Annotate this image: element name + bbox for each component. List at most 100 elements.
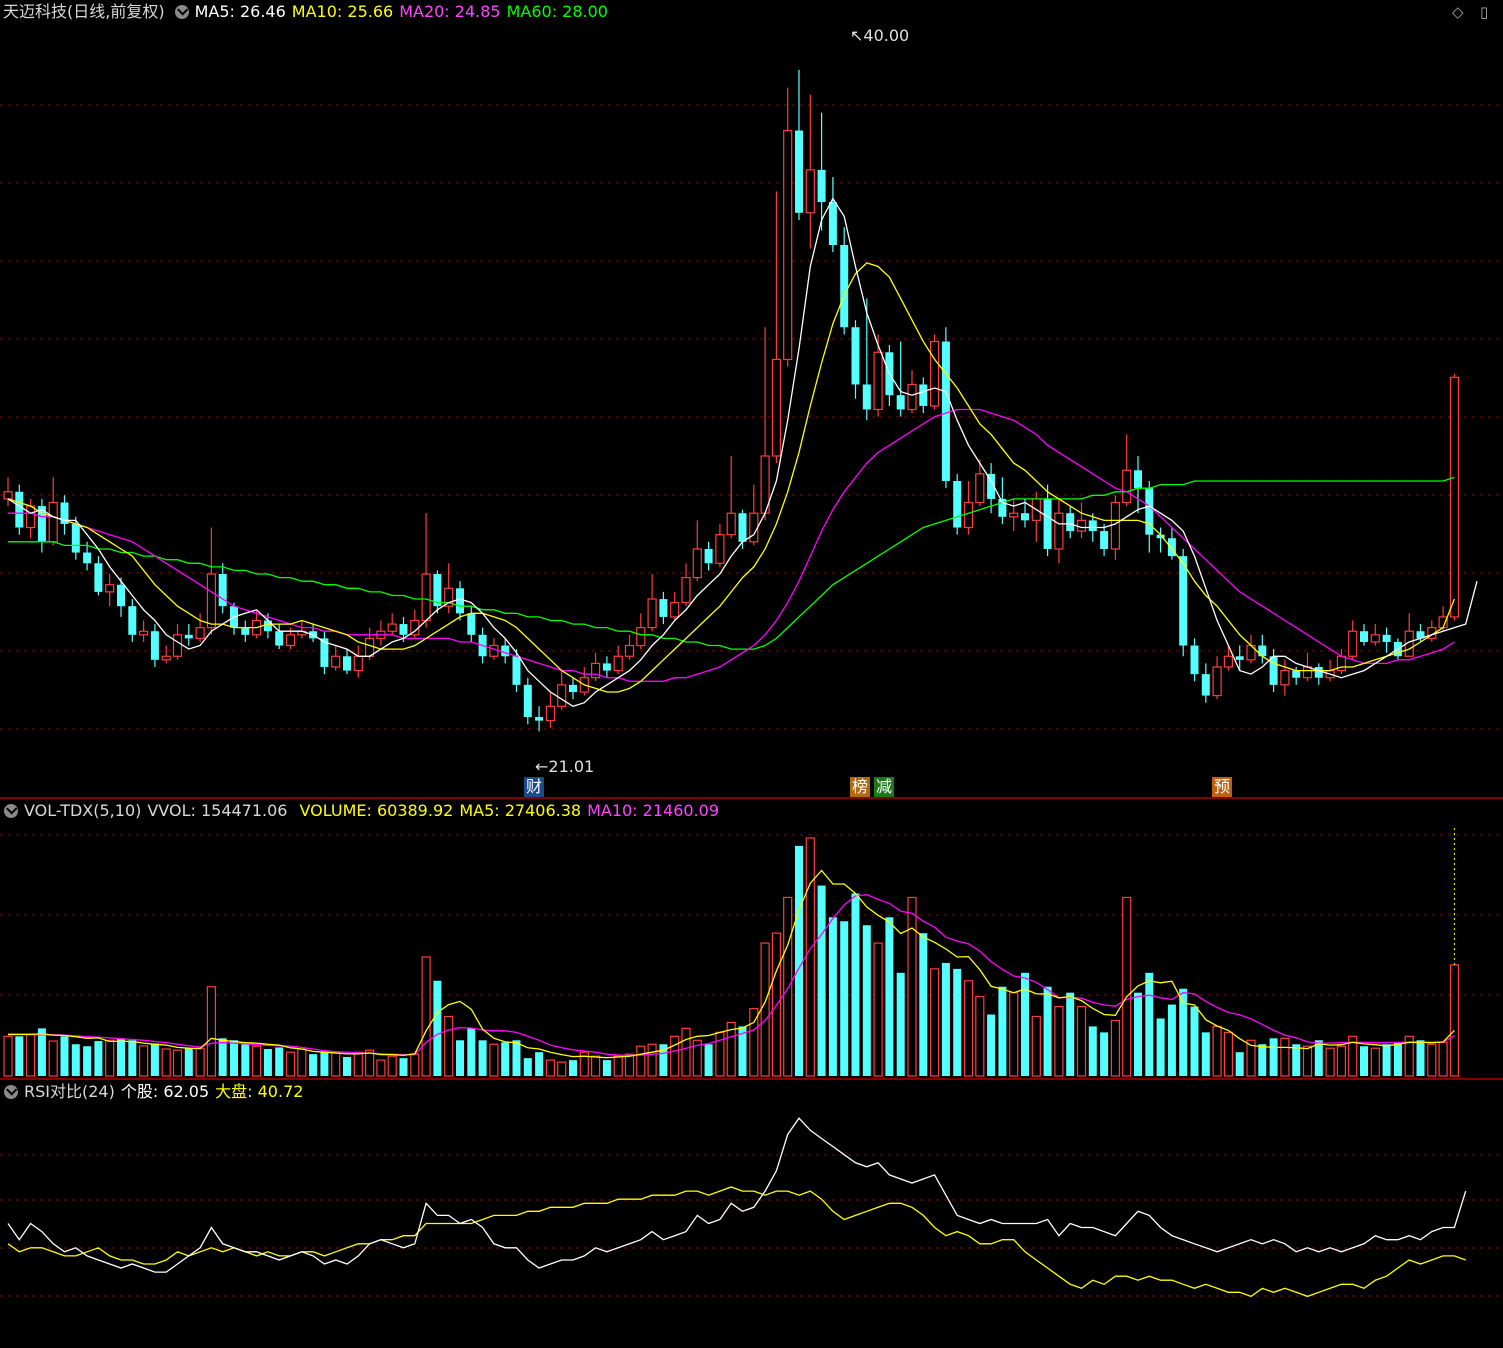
candle-up [1009, 512, 1019, 518]
vol-header: VOL-TDX(5,10) VVOL: 154471.06 VOLUME: 6038… [0, 800, 725, 822]
candle-down [241, 627, 250, 635]
volume-bar-down [218, 1038, 227, 1076]
volume-bar-down [15, 1036, 24, 1076]
volume-bar-up [636, 1045, 646, 1077]
volume-bar-down [1066, 992, 1075, 1076]
candle-up [26, 505, 36, 529]
volume-bar-up [48, 1040, 58, 1077]
volume-bar-down [1167, 1004, 1176, 1076]
candle-up [206, 573, 216, 629]
candle-down [343, 656, 351, 671]
rsi-stock-label: 个股: 62.05 [120, 1082, 210, 1101]
volume-bar-down [1021, 972, 1029, 1076]
candle-up [1280, 669, 1290, 686]
candle-down [1292, 670, 1301, 678]
volume-bar-up [387, 1055, 397, 1077]
candle-down [738, 513, 747, 542]
volume-bar-down [71, 1044, 80, 1076]
candle-up [161, 655, 171, 661]
volume-bar-down [83, 1046, 92, 1076]
volume-bar-up [907, 896, 917, 1077]
volume-bar-up [444, 1015, 454, 1077]
volume-bar-down [467, 1028, 476, 1076]
volume-bar-up [1427, 1043, 1437, 1077]
candle-down [535, 717, 544, 721]
candle-down [1235, 656, 1244, 660]
volume-bar-up [365, 1049, 375, 1077]
candle-up [963, 501, 974, 529]
volume-bar-up [624, 1053, 635, 1077]
candle-down [1258, 645, 1267, 657]
ma20-line [8, 408, 1455, 682]
volume-bar-up [545, 1059, 556, 1077]
vol-settings-icon[interactable] [4, 804, 18, 818]
candle-down [94, 563, 103, 592]
volume-bar-up [783, 896, 793, 1077]
volume-bar-down [795, 845, 803, 1076]
volume-bar-up [647, 1043, 657, 1077]
volume-bar-up [252, 1045, 262, 1077]
volume-bar-up [1302, 1045, 1313, 1077]
volume-bar-down [998, 986, 1007, 1076]
ma20-label: MA20: 24.85 [399, 2, 501, 21]
candle-up [907, 383, 917, 411]
rsi-market-label: 大盘: 40.72 [215, 1082, 304, 1101]
candle-down [862, 384, 871, 410]
volume-bar-up [1438, 1041, 1448, 1077]
candle-down [15, 491, 24, 528]
main-header: 天迈科技(日线,前复权) MA5: 26.46 MA10: 25.66 MA20: 2… [0, 1, 614, 23]
candle-up [1370, 634, 1380, 643]
candle-up [545, 705, 556, 722]
volume-bar-down [150, 1043, 159, 1076]
candle-down [128, 606, 137, 635]
stock-chart[interactable] [0, 0, 1503, 1348]
volume-bar-up [963, 980, 974, 1077]
candle-down [150, 631, 159, 660]
volume-bar-down [1156, 1018, 1165, 1076]
volume-bar-down [1145, 972, 1154, 1076]
event-tag-cai[interactable]: 财 [524, 777, 545, 797]
candle-up [1122, 469, 1132, 504]
volume-bar-up [421, 956, 431, 1077]
volume-bar-up [3, 1035, 13, 1077]
candle-up [1054, 512, 1064, 550]
ma10-label: MA10: 25.66 [291, 2, 394, 21]
candle-down [275, 631, 284, 646]
volume-bar-up [1076, 1005, 1087, 1077]
candle-up [613, 655, 623, 672]
candle-down [399, 624, 408, 635]
volume-bar-up [760, 942, 770, 1077]
volume-bar-down [60, 1036, 69, 1076]
diamond-icon[interactable]: ◇ [1452, 3, 1464, 21]
volume-bar-down [128, 1040, 137, 1076]
event-tag-bang[interactable]: 榜 [850, 777, 871, 797]
volume-bar-up [613, 1055, 623, 1077]
candle-down [941, 341, 950, 482]
rsi-indicator-name[interactable]: RSI对比(24) [24, 1082, 115, 1101]
volume-bar-up [1449, 964, 1460, 1077]
settings-icon[interactable] [174, 5, 189, 19]
volume-bar-down [1043, 986, 1052, 1076]
event-tag-jian[interactable]: 减 [874, 777, 895, 797]
volume-bar-down [241, 1044, 250, 1076]
volume-bar-down [343, 1056, 351, 1076]
candle-down [467, 613, 476, 635]
candle-up [975, 473, 985, 504]
expand-icon[interactable]: ▯ [1480, 3, 1488, 21]
candle-down [1145, 488, 1154, 535]
stock-title[interactable]: 天迈科技(日线,前复权) [3, 2, 165, 21]
volume-bar-up [1336, 1045, 1347, 1077]
candle-up [1076, 519, 1087, 532]
vvol-label: VVOL: 154471.06 [147, 801, 288, 820]
volume-bar-down [569, 1060, 577, 1076]
candle-up [636, 627, 646, 647]
candle-down [953, 481, 962, 528]
volume-bar-up [172, 1049, 183, 1077]
candle-up [670, 602, 680, 618]
rsi-settings-icon[interactable] [4, 1085, 18, 1099]
vol-indicator-name[interactable]: VOL-TDX(5,10) [24, 801, 141, 820]
candle-down [1066, 513, 1075, 532]
rsi-header: RSI对比(24) 个股: 62.05 大盘: 40.72 [0, 1081, 309, 1103]
candle-up [1348, 630, 1358, 657]
event-tag-yu[interactable]: 预 [1212, 777, 1233, 797]
